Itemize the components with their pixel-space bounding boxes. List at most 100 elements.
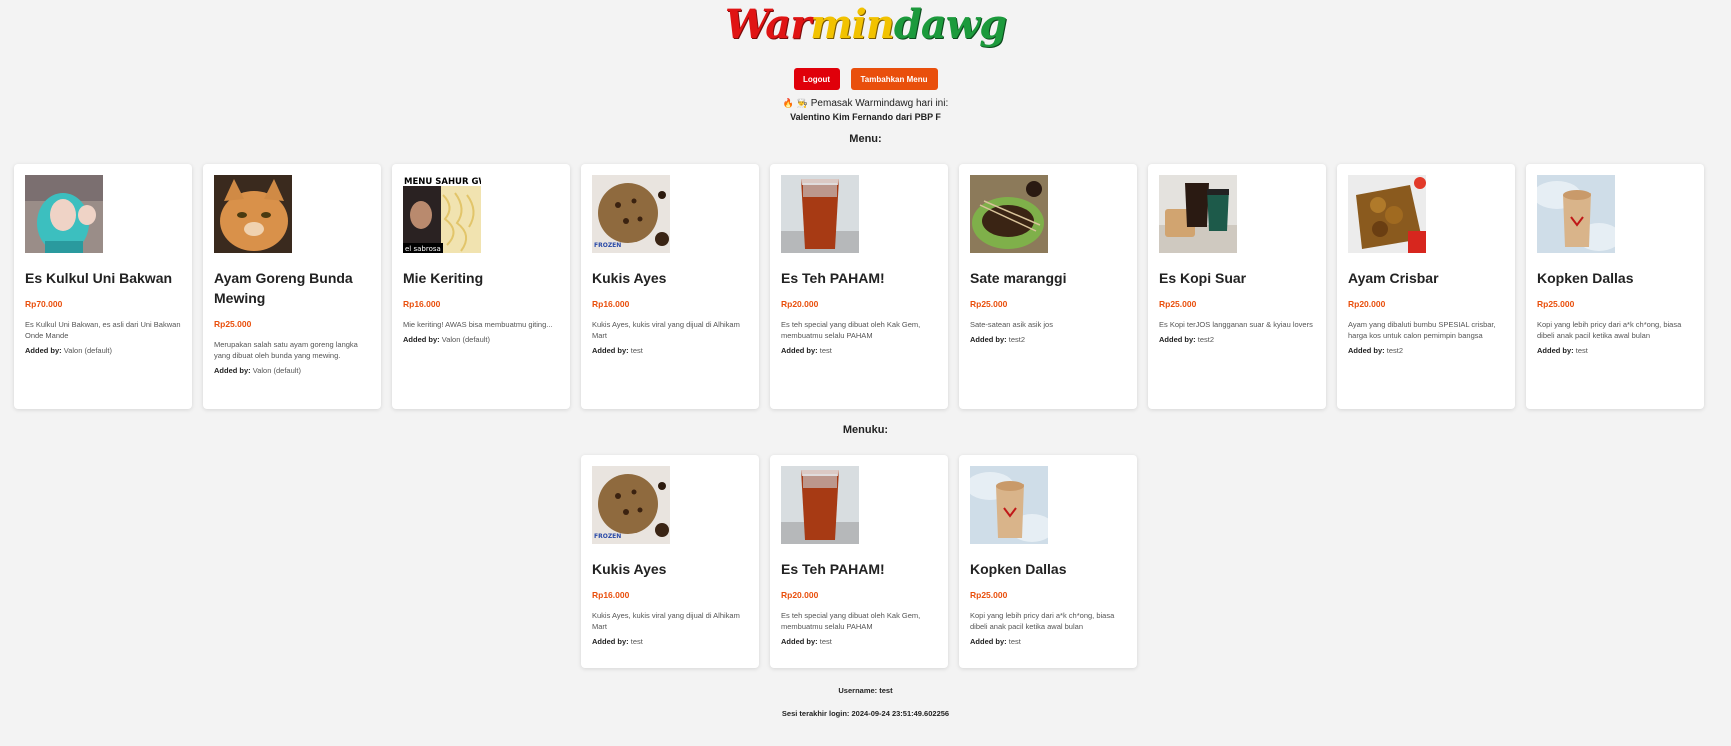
menu-item-image bbox=[25, 175, 103, 253]
menu-item-price: Rp20.000 bbox=[1348, 299, 1386, 309]
menu-item-added-by: Added by: test bbox=[970, 637, 1130, 646]
menu-item-details: Rp20.000 Es teh special yang dibuat oleh… bbox=[781, 299, 941, 355]
menu-item-added-by: Added by: Valon (default) bbox=[403, 335, 563, 344]
chef-icon: 👨‍🍳 bbox=[796, 98, 808, 108]
menu-item-name: Es Kopi Suar bbox=[1159, 270, 1247, 286]
added-by-value: test2 bbox=[1386, 346, 1404, 355]
menu-item-description: Kukis Ayes, kukis viral yang dijual di A… bbox=[592, 320, 740, 340]
menu-item-details: Rp25.000 Es Kopi terJOS langganan suar &… bbox=[1159, 299, 1319, 344]
menu-item-image bbox=[214, 175, 292, 253]
menu-item-image bbox=[781, 466, 859, 544]
menu-item-added-by: Added by: Valon (default) bbox=[214, 366, 374, 375]
menu-item-image bbox=[970, 175, 1048, 253]
cook-prefix: Pemasak Warmindawg hari ini: bbox=[810, 98, 949, 109]
menu-item-name: Es Teh PAHAM! bbox=[781, 561, 885, 577]
menu-item-details: Rp25.000 Merupakan salah satu ayam goren… bbox=[214, 319, 374, 375]
added-by-label: Added by: bbox=[1537, 346, 1574, 355]
menu-item-name: Mie Keriting bbox=[403, 270, 484, 286]
menu-item-name: Kopken Dallas bbox=[970, 561, 1067, 577]
added-by-value: test bbox=[1008, 637, 1021, 646]
added-by-value: Valon (default) bbox=[63, 346, 112, 355]
menu-item-price: Rp20.000 bbox=[781, 590, 819, 600]
menu-item-details: Rp70.000 Es Kulkul Uni Bakwan, es asli d… bbox=[25, 299, 185, 355]
menu-item-price: Rp25.000 bbox=[1537, 299, 1575, 309]
menu-item-price: Rp70.000 bbox=[25, 299, 63, 309]
added-by-label: Added by: bbox=[781, 346, 818, 355]
menu-card[interactable]: MENU SAHUR GW el sabrosa Mie Keriting Rp… bbox=[392, 164, 570, 409]
menu-item-name: Ayam Crisbar bbox=[1348, 270, 1439, 286]
added-by-value: test bbox=[630, 637, 643, 646]
menu-item-name: Ayam Goreng Bunda Mewing bbox=[214, 270, 353, 306]
my-menu-card[interactable]: FROZEN Kukis Ayes Rp16.000 Kukis Ayes, k… bbox=[581, 455, 759, 668]
menu-card[interactable]: Es Kulkul Uni Bakwan Rp70.000 Es Kulkul … bbox=[14, 164, 192, 409]
menu-item-added-by: Added by: test bbox=[592, 637, 752, 646]
added-by-value: Valon (default) bbox=[441, 335, 490, 344]
username-text: Username: test bbox=[838, 686, 893, 695]
menu-item-price: Rp16.000 bbox=[592, 590, 630, 600]
menu-item-description: Sate-satean asik asik jos bbox=[970, 320, 1053, 329]
menu-item-price: Rp16.000 bbox=[592, 299, 630, 309]
menu-section-title: Menu: bbox=[849, 133, 882, 145]
menu-card[interactable]: Es Kopi Suar Rp25.000 Es Kopi terJOS lan… bbox=[1148, 164, 1326, 409]
added-by-value: Valon (default) bbox=[252, 366, 301, 375]
menu-item-details: Rp16.000 Kukis Ayes, kukis viral yang di… bbox=[592, 590, 752, 646]
menu-item-details: Rp20.000 Ayam yang dibaluti bumbu SPESIA… bbox=[1348, 299, 1508, 355]
kukis-caption-text: FROZEN bbox=[594, 533, 621, 540]
menu-item-added-by: Added by: test2 bbox=[970, 335, 1130, 344]
added-by-label: Added by: bbox=[403, 335, 440, 344]
logo-part-2: min bbox=[810, 1, 895, 48]
menu-item-name: Es Kulkul Uni Bakwan bbox=[25, 270, 173, 286]
kukis-caption-text: FROZEN bbox=[594, 242, 621, 249]
added-by-value: test bbox=[1575, 346, 1588, 355]
menu-item-price: Rp16.000 bbox=[403, 299, 441, 309]
my-menu-card[interactable]: Es Teh PAHAM! Rp20.000 Es teh special ya… bbox=[770, 455, 948, 668]
menu-item-name: Kukis Ayes bbox=[592, 270, 667, 286]
added-by-label: Added by: bbox=[214, 366, 251, 375]
added-by-label: Added by: bbox=[1159, 335, 1196, 344]
menu-item-price: Rp20.000 bbox=[781, 299, 819, 309]
menu-item-description: Mie keriting! AWAS bisa membuatmu giting… bbox=[403, 320, 553, 329]
menu-item-price: Rp25.000 bbox=[970, 299, 1008, 309]
menu-item-details: Rp16.000 Kukis Ayes, kukis viral yang di… bbox=[592, 299, 752, 355]
menu-item-image bbox=[1348, 175, 1426, 253]
cook-name: Valentino Kim Fernando dari PBP F bbox=[790, 112, 941, 122]
menu-item-name: Es Teh PAHAM! bbox=[781, 270, 885, 286]
action-buttons: Logout Tambahkan Menu bbox=[0, 68, 1731, 90]
menu-item-added-by: Added by: test bbox=[592, 346, 752, 355]
last-login-text: Sesi terakhir login: 2024-09-24 23:51:49… bbox=[781, 709, 950, 718]
menu-item-added-by: Added by: test bbox=[781, 346, 941, 355]
menu-card[interactable]: Sate maranggi Rp25.000 Sate-satean asik … bbox=[959, 164, 1137, 409]
menu-item-price: Rp25.000 bbox=[214, 319, 252, 329]
menu-item-price: Rp25.000 bbox=[1159, 299, 1197, 309]
menu-item-description: Es Kopi terJOS langganan suar & kyiau lo… bbox=[1159, 320, 1313, 329]
menu-item-description: Kopi yang lebih pricy dari a*k ch*ong, b… bbox=[1537, 320, 1682, 340]
menu-item-added-by: Added by: test2 bbox=[1348, 346, 1508, 355]
add-menu-button[interactable]: Tambahkan Menu bbox=[850, 68, 938, 90]
menu-item-added-by: Added by: test bbox=[1537, 346, 1697, 355]
added-by-value: test bbox=[819, 637, 832, 646]
logout-button[interactable]: Logout bbox=[793, 68, 840, 90]
menu-item-image: MENU SAHUR GW el sabrosa bbox=[403, 175, 481, 253]
menu-card[interactable]: Ayam Crisbar Rp20.000 Ayam yang dibaluti… bbox=[1337, 164, 1515, 409]
menu-item-image bbox=[1537, 175, 1615, 253]
menu-card[interactable]: Es Teh PAHAM! Rp20.000 Es teh special ya… bbox=[770, 164, 948, 409]
added-by-label: Added by: bbox=[970, 335, 1007, 344]
menu-item-image bbox=[1159, 175, 1237, 253]
menu-item-details: Rp16.000 Mie keriting! AWAS bisa membuat… bbox=[403, 299, 563, 344]
menu-card[interactable]: FROZEN Kukis Ayes Rp16.000 Kukis Ayes, k… bbox=[581, 164, 759, 409]
fire-icon: 🔥 bbox=[782, 98, 794, 108]
menu-item-added-by: Added by: Valon (default) bbox=[25, 346, 185, 355]
menu-item-description: Es Kulkul Uni Bakwan, es asli dari Uni B… bbox=[25, 320, 181, 340]
menu-item-description: Merupakan salah satu ayam goreng langka … bbox=[214, 340, 358, 360]
added-by-label: Added by: bbox=[592, 346, 629, 355]
added-by-label: Added by: bbox=[25, 346, 62, 355]
menu-item-details: Rp25.000 Kopi yang lebih pricy dari a*k … bbox=[1537, 299, 1697, 355]
menu-item-added-by: Added by: test2 bbox=[1159, 335, 1319, 344]
menu-item-description: Ayam yang dibaluti bumbu SPESIAL crisbar… bbox=[1348, 320, 1496, 340]
menu-item-details: Rp25.000 Sate-satean asik asik jos Added… bbox=[970, 299, 1130, 344]
my-menu-card[interactable]: Kopken Dallas Rp25.000 Kopi yang lebih p… bbox=[959, 455, 1137, 668]
menu-card[interactable]: Kopken Dallas Rp25.000 Kopi yang lebih p… bbox=[1526, 164, 1704, 409]
added-by-value: test2 bbox=[1008, 335, 1026, 344]
menu-card[interactable]: Ayam Goreng Bunda Mewing Rp25.000 Merupa… bbox=[203, 164, 381, 409]
added-by-value: test2 bbox=[1197, 335, 1215, 344]
